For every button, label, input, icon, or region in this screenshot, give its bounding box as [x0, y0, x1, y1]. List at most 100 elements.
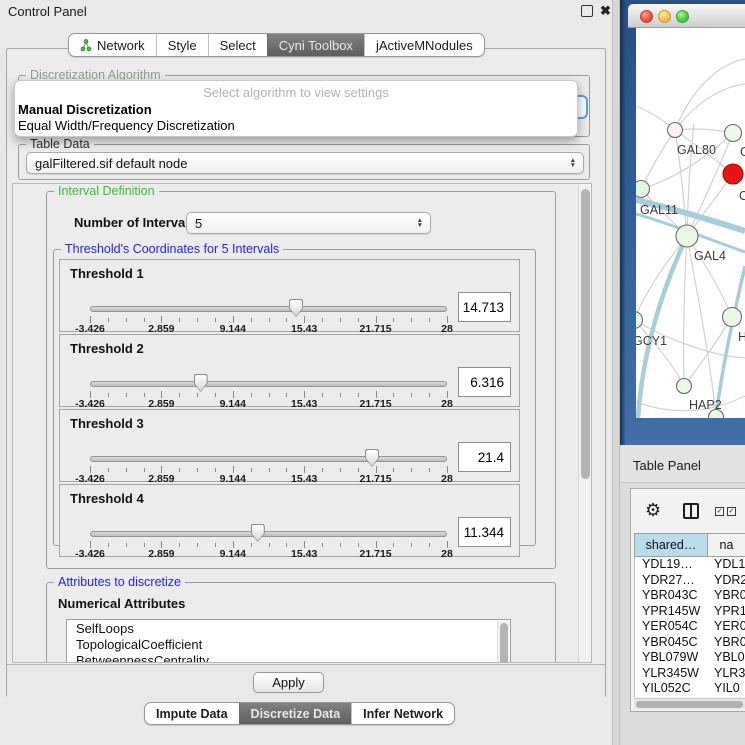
slider-track[interactable]	[90, 306, 447, 312]
network-edge[interactable]	[641, 133, 733, 189]
tick-mark	[108, 543, 109, 547]
column-header-shared-name[interactable]: shared…	[635, 534, 708, 556]
network-graph[interactable]: GAL80GACGAL11GAL4GCY1HHAP2	[636, 28, 745, 418]
table-horizontal-scrollbar[interactable]	[634, 698, 745, 709]
split-columns-icon[interactable]	[683, 503, 699, 519]
network-edge[interactable]	[684, 236, 687, 386]
attribute-list-item[interactable]: BetweennessCentrality	[67, 652, 510, 663]
network-edge[interactable]	[641, 130, 675, 189]
tab-style[interactable]: Style	[156, 34, 208, 56]
cell-shared-name[interactable]: YDR27…	[635, 573, 708, 589]
tab-discretize-data[interactable]: Discretize Data	[239, 703, 352, 724]
network-canvas[interactable]: GAL80GACGAL11GAL4GCY1HHAP2	[636, 28, 745, 418]
slider-thumb[interactable]	[289, 299, 303, 317]
cell-name[interactable]: YDL1	[708, 557, 745, 573]
cell-shared-name[interactable]: YIL052C	[635, 681, 708, 697]
cell-shared-name[interactable]: YDL19…	[635, 557, 708, 573]
cell-name[interactable]: YBR0	[708, 588, 745, 604]
tab-impute-data[interactable]: Impute Data	[145, 703, 239, 724]
cell-name[interactable]: YLR3	[708, 666, 745, 682]
network-node-c[interactable]	[723, 164, 743, 184]
apply-button[interactable]: Apply	[253, 672, 324, 693]
network-node-hap2[interactable]	[677, 379, 692, 394]
tab-infer-network[interactable]: Infer Network	[351, 703, 454, 724]
cell-name[interactable]: YIL0	[708, 681, 745, 697]
tab-network[interactable]: Network	[69, 34, 156, 56]
column-header-name[interactable]: na	[708, 534, 745, 556]
list-scrollbar[interactable]	[497, 621, 509, 663]
table-row[interactable]: YER054CYER0	[635, 619, 745, 635]
cell-name[interactable]: YDR2	[708, 573, 745, 589]
attribute-list-item[interactable]: SelfLoops	[67, 620, 510, 636]
network-node-gal4[interactable]	[676, 225, 698, 247]
table-row[interactable]: YBL079WYBL0	[635, 650, 745, 666]
settings-vertical-scrollbar[interactable]	[578, 184, 591, 662]
attribute-list-item[interactable]: TopologicalCoefficient	[67, 636, 510, 652]
threshold-value-field[interactable]: 21.4	[458, 442, 511, 472]
tick-mark	[251, 468, 252, 472]
slider-thumb[interactable]	[365, 449, 379, 467]
mac-zoom-icon[interactable]	[676, 10, 689, 23]
cell-shared-name[interactable]: YER054C	[635, 619, 708, 635]
cell-shared-name[interactable]: YPR145W	[635, 604, 708, 620]
number-of-intervals-label: Number of Intervals	[74, 215, 196, 230]
slider-thumb[interactable]	[194, 374, 208, 392]
table-row[interactable]: YBR045CYBR0	[635, 635, 745, 651]
threshold-value-field[interactable]: 11.344	[458, 517, 511, 547]
threshold-value-field[interactable]: 14.713	[458, 292, 511, 322]
network-window-titlebar[interactable]	[628, 4, 745, 28]
tab-cyni-toolbox[interactable]: Cyni Toolbox	[267, 34, 364, 56]
network-node-gal80[interactable]	[668, 123, 683, 138]
node-label: GCY1	[636, 334, 667, 348]
cell-name[interactable]: YER0	[708, 619, 745, 635]
network-node-h[interactable]	[723, 308, 742, 327]
table-row[interactable]: YIL052CYIL0	[635, 681, 745, 697]
float-window-icon[interactable]	[581, 5, 593, 17]
table-data-combo[interactable]: galFiltered.sif default node ▲▼	[26, 152, 584, 174]
table-row[interactable]: YDL19…YDL1	[635, 557, 745, 573]
tab-label: Discretize Data	[251, 707, 341, 721]
network-node-gcy1[interactable]	[636, 312, 643, 329]
network-edge[interactable]	[675, 84, 745, 130]
table-row[interactable]: YBR043CYBR0	[635, 588, 745, 604]
column-checkbox-icon[interactable]: ✓	[715, 507, 724, 516]
combo-arrows-icon: ▲▼	[570, 158, 576, 168]
scrollbar-thumb[interactable]	[636, 701, 743, 708]
dropdown-option-manual[interactable]: Manual Discretization	[18, 102, 152, 117]
table-row[interactable]: YDR27…YDR2	[635, 573, 745, 589]
cell-shared-name[interactable]: YBR043C	[635, 588, 708, 604]
cell-shared-name[interactable]: YLR345W	[635, 666, 708, 682]
column-checkbox-icon[interactable]: ✓	[727, 507, 736, 516]
network-node-ga[interactable]	[725, 125, 742, 142]
cell-shared-name[interactable]: YBL079W	[635, 650, 708, 666]
tick-mark	[322, 318, 323, 322]
network-edge[interactable]	[687, 236, 716, 417]
settings-gear-icon[interactable]: ⚙	[645, 500, 661, 521]
numerical-attributes-list[interactable]: SelfLoopsTopologicalCoefficientBetweenne…	[66, 619, 511, 663]
cell-name[interactable]: YBL0	[708, 650, 745, 666]
panel-divider[interactable]	[612, 0, 620, 745]
close-icon[interactable]: ✖	[600, 3, 611, 19]
tab-jactivemnodules[interactable]: jActiveMNodules	[364, 34, 484, 56]
table-row[interactable]: YPR145WYPR1	[635, 604, 745, 620]
table-body[interactable]: YDL19…YDL1YDR27…YDR2YBR043CYBR0YPR145WYP…	[634, 557, 745, 697]
tab-select[interactable]: Select	[208, 34, 267, 56]
cell-shared-name[interactable]: YBR045C	[635, 635, 708, 651]
table-row[interactable]: YLR345WYLR3	[635, 666, 745, 682]
slider-thumb[interactable]	[251, 524, 265, 542]
scrollbar-thumb[interactable]	[500, 623, 508, 663]
number-of-intervals-combo[interactable]: 5 ▲▼	[186, 212, 431, 234]
network-edge[interactable]	[675, 59, 745, 130]
slider-track[interactable]	[90, 456, 447, 462]
mac-minimize-icon[interactable]	[658, 10, 671, 23]
cell-name[interactable]: YPR1	[708, 604, 745, 620]
dropdown-option-equal-width[interactable]: Equal Width/Frequency Discretization	[18, 118, 235, 133]
slider-track[interactable]	[90, 531, 447, 537]
scrollbar-thumb[interactable]	[581, 189, 590, 479]
threshold-value-field[interactable]: 6.316	[458, 367, 511, 397]
mac-close-icon[interactable]	[640, 10, 653, 23]
network-node-gal11[interactable]	[636, 181, 650, 198]
slider-track[interactable]	[90, 381, 447, 387]
table-data-combo-value: galFiltered.sif default node	[35, 156, 187, 171]
cell-name[interactable]: YBR0	[708, 635, 745, 651]
